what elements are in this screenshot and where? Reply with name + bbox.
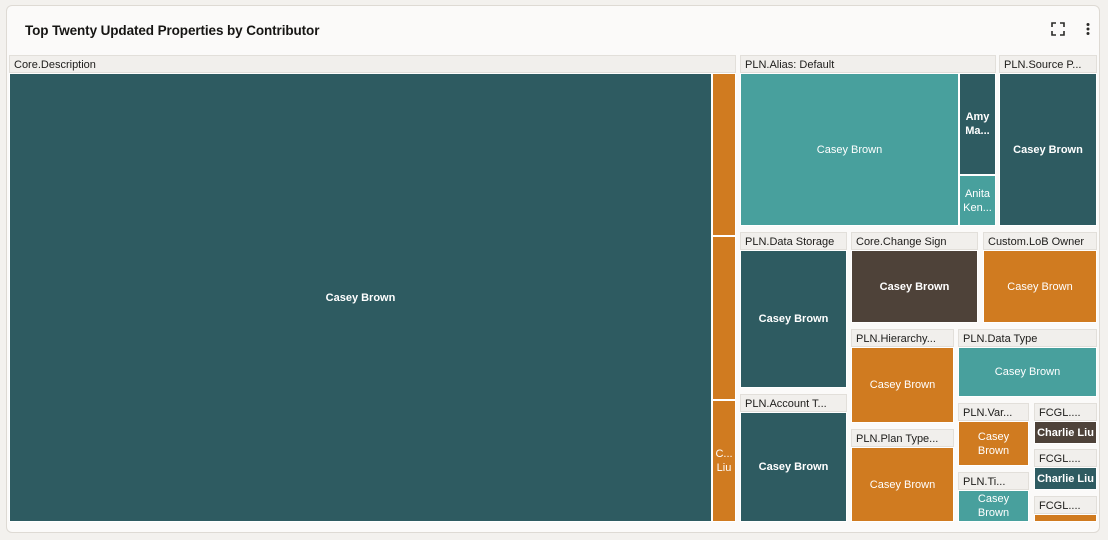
treemap-cell[interactable]: Casey Brown xyxy=(740,250,847,388)
treemap-cell[interactable]: Charlie Liu xyxy=(1034,467,1097,490)
treemap-cell[interactable]: Casey Brown xyxy=(851,250,978,323)
treemap-group-header[interactable]: PLN.Data Type xyxy=(958,329,1097,347)
treemap-group-header[interactable]: FCGL.... xyxy=(1034,449,1097,467)
treemap-group-header[interactable]: PLN.Hierarchy... xyxy=(851,329,954,347)
treemap-cell-label: Casey Brown xyxy=(879,280,950,293)
treemap-group-header[interactable]: PLN.Account T... xyxy=(740,394,847,412)
treemap-group-header[interactable]: Core.Description xyxy=(9,55,736,73)
treemap-cell[interactable] xyxy=(712,236,736,400)
treemap-cell-label: Casey Brown xyxy=(325,291,396,304)
treemap-group-header[interactable]: PLN.Alias: Default xyxy=(740,55,996,73)
treemap-cell[interactable]: C... Liu xyxy=(712,400,736,522)
treemap-cell-label: Charlie Liu xyxy=(1037,426,1094,439)
treemap-cell[interactable]: Amy Ma... xyxy=(959,73,996,175)
treemap-cell[interactable]: Casey Brown xyxy=(983,250,1097,323)
treemap-group-header[interactable]: FCGL.... xyxy=(1034,403,1097,421)
treemap-cell-label: Amy Ma... xyxy=(965,111,990,137)
treemap-group-header[interactable]: PLN.Var... xyxy=(958,403,1029,421)
treemap-cell-label: Casey Brown xyxy=(977,493,1010,519)
treemap-cell-label: C... Liu xyxy=(715,448,733,474)
treemap-cell[interactable]: Anita Ken... xyxy=(959,175,996,226)
treemap-group-header[interactable]: Custom.LoB Owner xyxy=(983,232,1097,250)
treemap-cell[interactable]: Casey Brown xyxy=(851,447,954,522)
expand-icon[interactable] xyxy=(1047,18,1069,40)
treemap-group-header[interactable]: PLN.Plan Type... xyxy=(851,429,954,447)
treemap-group-header[interactable]: FCGL.... xyxy=(1034,496,1097,514)
treemap-cell[interactable] xyxy=(712,73,736,236)
treemap-cell-label: Charlie Liu xyxy=(1037,472,1094,485)
treemap-cell[interactable]: Casey Brown xyxy=(740,73,959,226)
treemap-cell-label: Casey Brown xyxy=(994,366,1061,378)
treemap-cell-label: Anita Ken... xyxy=(963,187,992,214)
chart-title: Top Twenty Updated Properties by Contrib… xyxy=(25,23,320,38)
treemap-cell-label: Casey Brown xyxy=(1007,280,1073,293)
treemap-cell[interactable]: Charlie Liu xyxy=(1034,421,1097,444)
treemap-group-header[interactable]: PLN.Data Storage xyxy=(740,232,847,250)
treemap-cell[interactable]: Casey Brown xyxy=(740,412,847,522)
treemap-cell[interactable]: Casey Brown xyxy=(958,490,1029,522)
treemap-group-header[interactable]: PLN.Source P... xyxy=(999,55,1097,73)
treemap-group-header[interactable]: PLN.Ti... xyxy=(958,472,1029,490)
treemap-cell[interactable] xyxy=(1034,514,1097,522)
treemap-cell[interactable]: Casey Brown xyxy=(851,347,954,423)
treemap-cell[interactable]: Casey Brown xyxy=(958,347,1097,397)
treemap-cell[interactable]: Casey Brown xyxy=(958,421,1029,466)
treemap-group-header[interactable]: Core.Change Sign xyxy=(851,232,978,250)
treemap-cell-label: Casey Brown xyxy=(816,143,883,156)
treemap-cell-label: Casey Brown xyxy=(869,379,936,391)
more-vertical-icon[interactable] xyxy=(1077,18,1099,40)
treemap-cell-label: Casey Brown xyxy=(869,478,936,491)
treemap-chart: Core.Description Casey Brown C... Liu PLN.A… xyxy=(0,0,1108,540)
treemap-cell[interactable]: Casey Brown xyxy=(9,73,712,522)
treemap-cell-label: Casey Brown xyxy=(977,430,1010,457)
treemap-cell-label: Casey Brown xyxy=(758,461,829,473)
treemap-cell[interactable]: Casey Brown xyxy=(999,73,1097,226)
treemap-cell-label: Casey Brown xyxy=(758,313,829,325)
treemap-cell-label: Casey Brown xyxy=(1013,143,1083,156)
